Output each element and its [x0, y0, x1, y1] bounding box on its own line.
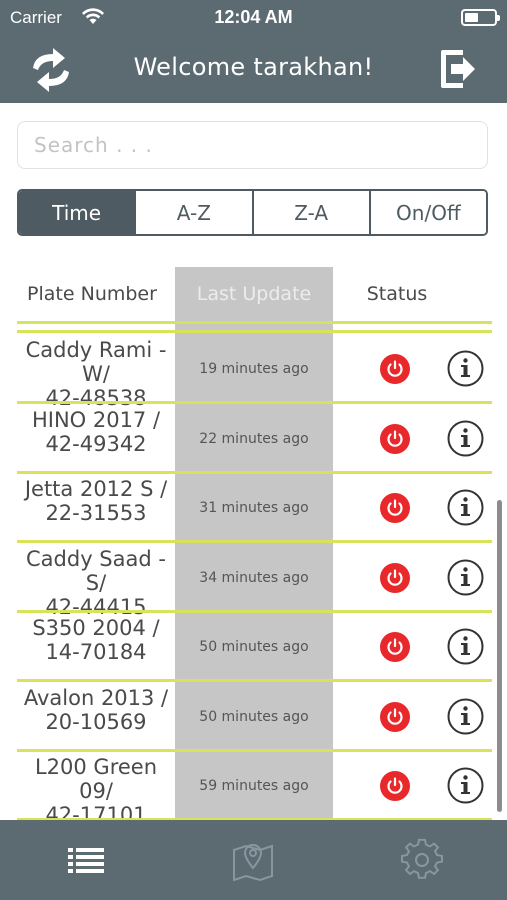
info-icon[interactable] — [447, 489, 484, 526]
info-icon[interactable] — [447, 559, 484, 596]
scrollbar[interactable] — [497, 500, 502, 812]
power-icon[interactable] — [379, 353, 411, 385]
table-row[interactable]: L200 Green 09/ 42-17101 59 minutes ago — [17, 751, 492, 827]
plate-number: Jetta 2012 S / 22-31553 — [17, 477, 175, 525]
power-icon[interactable] — [379, 423, 411, 455]
power-icon[interactable] — [379, 770, 411, 802]
last-update: 50 minutes ago — [199, 639, 309, 655]
table-row[interactable]: Jetta 2012 S / 22-31553 31 minutes ago — [17, 473, 492, 543]
plate-line-1: L200 Green 09/ — [34, 755, 158, 803]
plate-number: S350 2004 / 14-70184 — [17, 616, 175, 664]
row-divider — [17, 330, 492, 333]
table-row[interactable]: Avalon 2013 / 20-10569 50 minutes ago — [17, 682, 492, 752]
plate-line-1: HINO 2017 / — [31, 408, 161, 432]
table-row[interactable]: S350 2004 / 14-70184 50 minutes ago — [17, 612, 492, 682]
plate-number: Avalon 2013 / 20-10569 — [17, 686, 175, 734]
plate-line-2: 14-70184 — [45, 640, 147, 664]
plate-number: Caddy Saad -S/ 42-44415 — [17, 547, 175, 619]
battery-icon — [461, 9, 500, 26]
tab-bar — [0, 820, 507, 900]
plate-line-2: 20-10569 — [45, 710, 147, 734]
logout-icon[interactable] — [437, 46, 479, 92]
last-update: 50 minutes ago — [199, 709, 309, 725]
row-divider — [17, 321, 492, 324]
power-icon[interactable] — [379, 562, 411, 594]
sort-tab-a-z[interactable]: A-Z — [136, 191, 254, 234]
clock: 12:04 AM — [214, 7, 293, 27]
page-title: Welcome tarakhan! — [133, 53, 374, 81]
last-update: 22 minutes ago — [199, 431, 309, 447]
plate-line-1: Jetta 2012 S / — [24, 477, 168, 501]
plate-number: L200 Green 09/ 42-17101 — [17, 755, 175, 827]
map-pin-icon[interactable] — [231, 838, 275, 882]
power-icon[interactable] — [379, 492, 411, 524]
info-icon[interactable] — [447, 420, 484, 457]
last-update: 34 minutes ago — [199, 570, 309, 586]
column-header-status[interactable]: Status — [333, 267, 461, 321]
screen: Carrier 12:04 AM Welcome tarakhan! Time … — [0, 0, 507, 900]
sort-tab-on-off[interactable]: On/Off — [370, 191, 486, 234]
status-bar: Carrier 12:04 AM — [0, 0, 507, 36]
search-input[interactable] — [17, 121, 488, 169]
plate-line-1: S350 2004 / — [32, 616, 160, 640]
table-row[interactable]: HINO 2017 / 42-49342 22 minutes ago — [17, 404, 492, 474]
plate-line-1: Caddy Rami -W/ — [25, 338, 167, 386]
info-icon[interactable] — [447, 350, 484, 387]
list-icon[interactable] — [64, 838, 108, 882]
sort-tab-time[interactable]: Time — [19, 191, 137, 234]
info-icon[interactable] — [447, 767, 484, 804]
info-icon[interactable] — [447, 628, 484, 665]
plate-line-2: 22-31553 — [45, 501, 147, 525]
plate-line-1: Caddy Saad -S/ — [26, 547, 166, 595]
plate-number: Caddy Rami -W/ 42-48538 — [17, 338, 175, 410]
table-row[interactable]: Caddy Rami -W/ 42-48538 19 minutes ago — [17, 334, 492, 410]
last-update: 19 minutes ago — [199, 361, 309, 377]
plate-line-1: Avalon 2013 / — [23, 686, 169, 710]
table-row[interactable]: Caddy Saad -S/ 42-44415 34 minutes ago — [17, 543, 492, 619]
info-icon[interactable] — [447, 698, 484, 735]
power-icon[interactable] — [379, 631, 411, 663]
last-update: 59 minutes ago — [199, 778, 309, 794]
sort-tab-z-a[interactable]: Z-A — [253, 191, 371, 234]
plate-line-2: 42-49342 — [45, 432, 147, 456]
sort-segmented-control: Time A-Z Z-A On/Off — [17, 189, 488, 236]
header-bar: Carrier 12:04 AM Welcome tarakhan! — [0, 0, 507, 103]
column-header-last-update[interactable]: Last Update — [175, 267, 333, 321]
column-header-plate-number[interactable]: Plate Number — [17, 267, 167, 321]
power-icon[interactable] — [379, 701, 411, 733]
gear-icon[interactable] — [400, 838, 444, 882]
plate-number: HINO 2017 / 42-49342 — [17, 408, 175, 456]
last-update: 31 minutes ago — [199, 500, 309, 516]
